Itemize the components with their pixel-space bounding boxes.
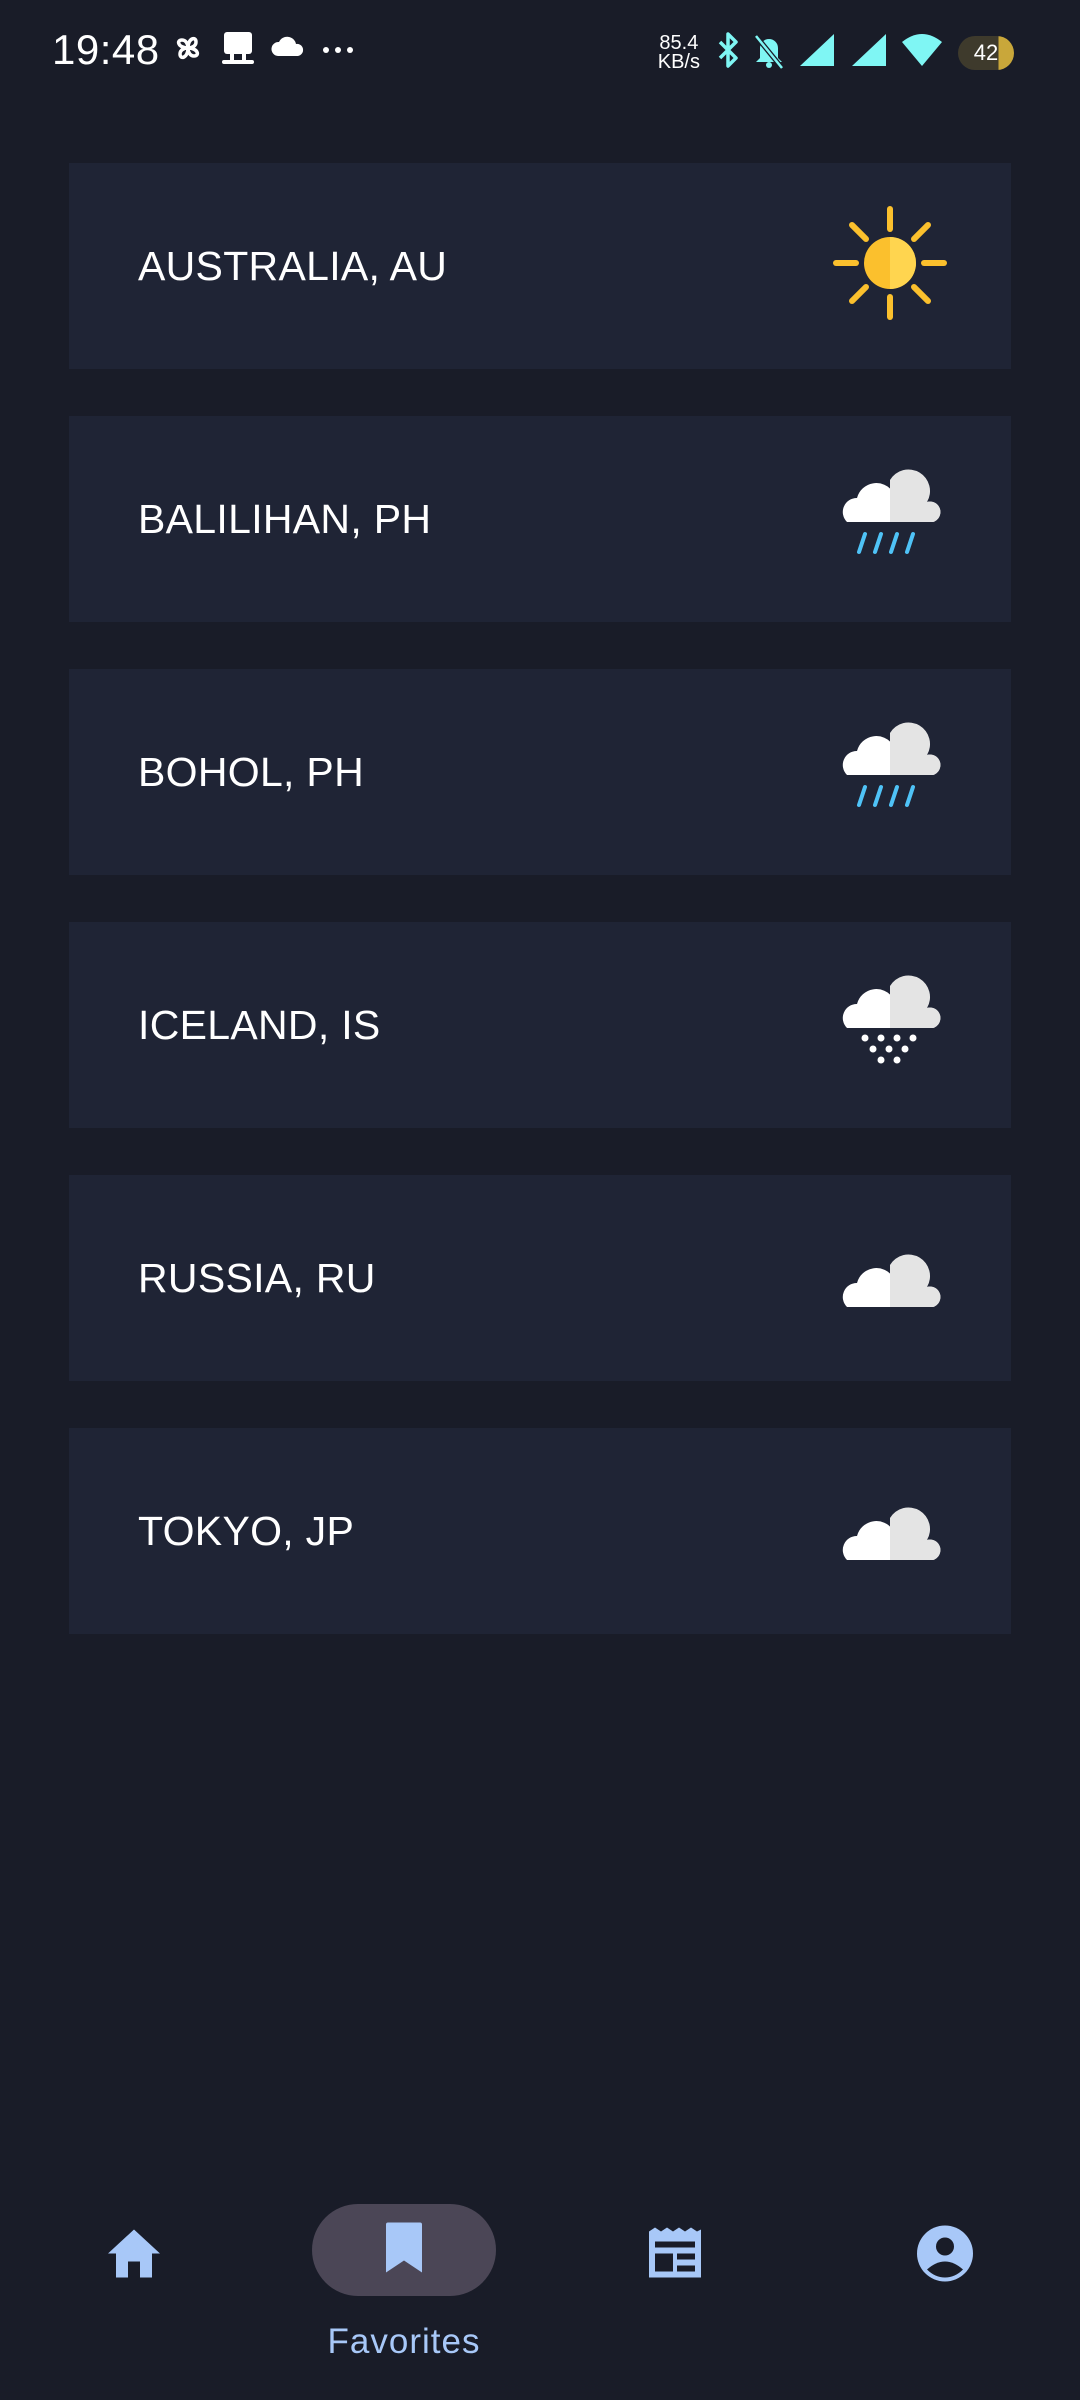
location-name: RUSSIA, RU: [138, 1255, 376, 1301]
network-speed-unit: KB/s: [657, 50, 700, 73]
nav-news[interactable]: [575, 2180, 775, 2380]
cloud-icon: [268, 28, 308, 68]
bluetooth-icon: [714, 30, 742, 75]
pinwheel-icon: [168, 28, 208, 68]
more-dots-icon: [318, 28, 358, 68]
status-system-icons: 85.4 KB/s 42: [658, 30, 1014, 75]
sun-icon: [831, 203, 949, 323]
favorites-list: AUSTRALIA, AU BALILIHAN, PH BOHOL, PH IC…: [69, 163, 1011, 1681]
battery-icon: 42: [958, 35, 1014, 70]
signal-icon: [848, 30, 890, 75]
status-time: 19:48: [52, 26, 160, 73]
bookmark-icon: [382, 2221, 426, 2280]
location-card[interactable]: BALILIHAN, PH: [69, 416, 1011, 622]
rain-icon: [831, 456, 949, 576]
status-notification-icons: [168, 28, 358, 68]
notification-app-icon: [218, 28, 258, 68]
location-card[interactable]: TOKYO, JP: [69, 1428, 1011, 1634]
location-card[interactable]: BOHOL, PH: [69, 669, 1011, 875]
rain-icon: [831, 709, 949, 829]
snow-icon: [831, 962, 949, 1082]
location-name: AUSTRALIA, AU: [138, 243, 448, 289]
network-speed-value: 85.4: [659, 31, 699, 54]
nav-label-favorites: Favorites: [327, 2322, 481, 2361]
location-name: TOKYO, JP: [138, 1508, 355, 1554]
cloud-weather-icon: [831, 1215, 949, 1335]
location-card[interactable]: ICELAND, IS: [69, 922, 1011, 1128]
location-card[interactable]: AUSTRALIA, AU: [69, 163, 1011, 369]
location-name: BALILIHAN, PH: [138, 496, 432, 542]
cloud-weather-icon: [831, 1468, 949, 1588]
signal-icon: [796, 30, 838, 75]
newspaper-icon: [645, 2226, 705, 2287]
bottom-navigation: Favorites: [0, 2180, 1080, 2400]
nav-profile[interactable]: [845, 2180, 1045, 2380]
nav-home[interactable]: [34, 2180, 234, 2380]
location-card[interactable]: RUSSIA, RU: [69, 1175, 1011, 1381]
nav-favorites[interactable]: Favorites: [304, 2180, 504, 2380]
network-speed: 85.4 KB/s: [657, 31, 700, 73]
account-circle-icon: [915, 2224, 975, 2289]
wifi-icon: [900, 30, 944, 75]
location-name: BOHOL, PH: [138, 749, 364, 795]
silent-bell-icon: [752, 30, 786, 75]
home-icon: [104, 2226, 164, 2287]
status-bar: 19:48 85.4 KB/s 42: [0, 0, 1080, 105]
location-name: ICELAND, IS: [138, 1002, 381, 1048]
